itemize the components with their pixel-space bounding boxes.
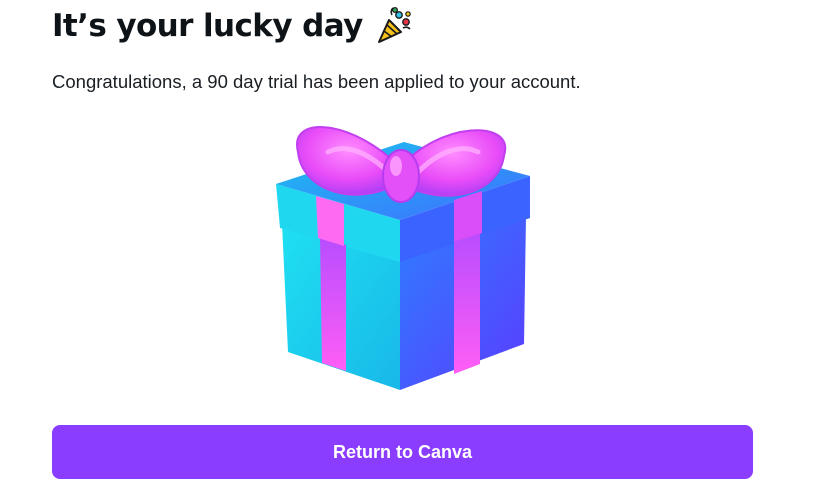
- lucky-day-dialog: It’s your lucky day Congratulations, a 9…: [0, 0, 833, 495]
- party-popper-icon: [375, 6, 415, 46]
- trial-message: Congratulations, a 90 day trial has been…: [52, 71, 581, 92]
- return-to-canva-button[interactable]: Return to Canva: [52, 425, 753, 479]
- title-row: It’s your lucky day: [52, 6, 415, 46]
- page-title: It’s your lucky day: [52, 8, 363, 44]
- gift-box-illustration: [268, 112, 538, 394]
- gift-box-icon: [276, 126, 530, 390]
